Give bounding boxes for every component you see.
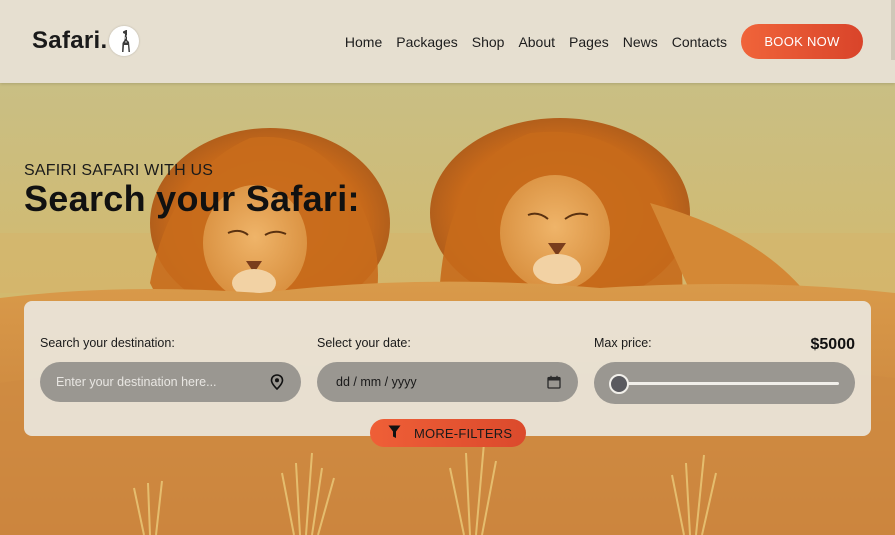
more-filters-button[interactable]: MORE-FILTERS [370, 419, 526, 447]
giraffe-icon [109, 26, 140, 56]
site-header: Safari. Home Packages Shop About Pages N… [0, 0, 895, 83]
price-value: $5000 [810, 336, 856, 353]
nav-packages[interactable]: Packages [389, 33, 464, 51]
search-panel: Search your destination: Enter your dest… [24, 301, 871, 436]
nav-shop[interactable]: Shop [465, 33, 512, 51]
slider-thumb[interactable] [609, 374, 629, 394]
logo[interactable]: Safari. [32, 26, 140, 56]
date-input[interactable]: dd / mm / yyyy [317, 362, 578, 402]
price-label: Max price: [594, 336, 652, 350]
more-filters-label: MORE-FILTERS [414, 425, 513, 441]
book-now-button[interactable]: BOOK NOW [741, 24, 863, 59]
date-value: dd / mm / yyyy [336, 375, 417, 389]
destination-label: Search your destination: [40, 336, 175, 350]
nav-contacts[interactable]: Contacts [665, 33, 734, 51]
location-pin-icon[interactable] [269, 374, 285, 390]
nav-home[interactable]: Home [338, 33, 389, 51]
nav-news[interactable]: News [616, 33, 665, 51]
filter-icon [388, 425, 401, 442]
nav-about[interactable]: About [511, 33, 562, 51]
calendar-icon[interactable] [546, 374, 562, 390]
scrollbar[interactable] [891, 0, 895, 60]
slider-line [612, 382, 839, 385]
main-nav: Home Packages Shop About Pages News Cont… [338, 33, 734, 51]
destination-placeholder: Enter your destination here... [56, 375, 217, 389]
destination-input[interactable]: Enter your destination here... [40, 362, 301, 402]
price-slider[interactable] [594, 362, 855, 404]
date-label: Select your date: [317, 336, 411, 350]
nav-pages[interactable]: Pages [562, 33, 616, 51]
hero-title: Search your Safari: [24, 178, 360, 219]
logo-text: Safari. [32, 27, 108, 54]
